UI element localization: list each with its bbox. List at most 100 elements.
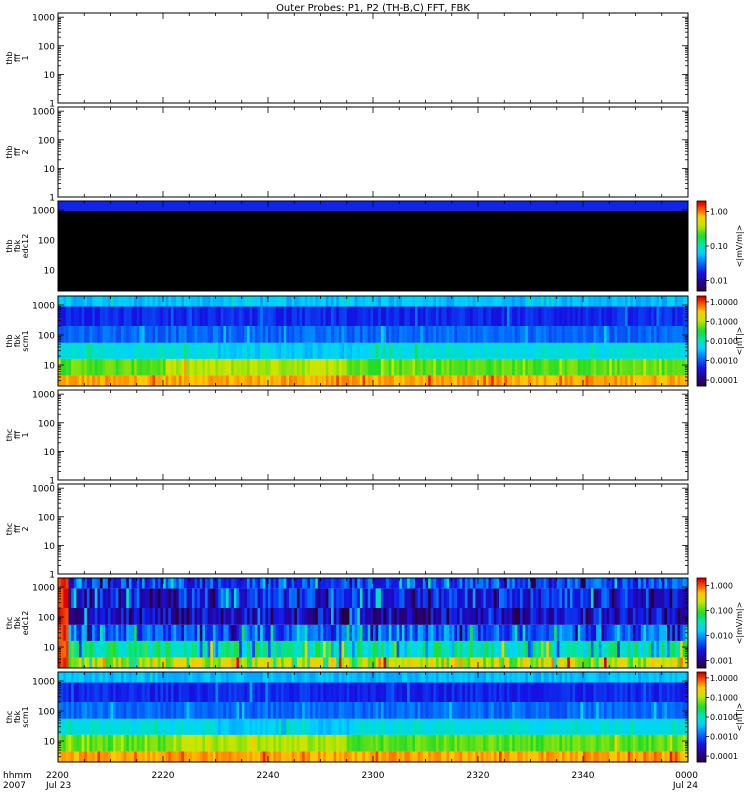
spectrogram-cell	[506, 358, 510, 376]
spectrogram-cell	[635, 608, 639, 625]
spectrogram-cell	[134, 718, 138, 735]
spectrogram-cell	[407, 306, 411, 326]
spectrogram-cell	[677, 751, 681, 762]
spectrogram-cell	[438, 588, 442, 608]
spectrogram-cell	[667, 734, 671, 752]
panel-frame	[57, 483, 689, 575]
spectrogram-cell	[415, 306, 419, 326]
spectrogram-cell	[323, 734, 327, 752]
spectrogram-cell	[202, 734, 206, 752]
spectrogram-cell	[399, 608, 403, 625]
spectrogram-cell	[428, 682, 432, 702]
spectrogram-cell	[635, 657, 639, 668]
y-axis-label: 1	[21, 55, 30, 60]
spectrogram-cell	[265, 702, 269, 719]
spectrogram-cell	[436, 358, 440, 376]
spectrogram-cell	[115, 326, 119, 343]
spectrogram-cell	[672, 640, 676, 658]
spectrogram-cell	[278, 657, 282, 668]
spectrogram-cell	[517, 718, 521, 735]
spectrogram-cell	[496, 588, 500, 608]
spectrogram-cell	[562, 578, 566, 589]
spectrogram-cell	[551, 342, 555, 359]
spectrogram-cell	[215, 682, 219, 702]
spectrogram-cell	[572, 608, 576, 625]
spectrogram-cell	[281, 657, 285, 668]
spectrogram-cell	[454, 702, 458, 719]
spectrogram-cell	[365, 296, 369, 307]
spectrogram-cell	[604, 358, 608, 376]
spectrogram-cell	[149, 375, 153, 386]
spectrogram-cell	[391, 682, 395, 702]
spectrogram-cell	[525, 358, 529, 376]
spectrogram-cell	[512, 734, 516, 752]
spectrogram-cell	[388, 718, 392, 735]
spectrogram-cell	[590, 326, 594, 343]
panel-frame	[57, 389, 689, 481]
spectrogram-cell	[278, 578, 282, 589]
spectrogram-cell	[491, 734, 495, 752]
spectrogram-cell	[307, 588, 311, 608]
spectrogram-cell	[556, 358, 560, 376]
spectrogram-cell	[541, 657, 545, 668]
spectrogram-cell	[115, 588, 119, 608]
spectrogram-cell	[333, 718, 337, 735]
spectrogram-cell	[142, 751, 146, 762]
spectrogram-cell	[462, 296, 466, 307]
spectrogram-cell	[223, 734, 227, 752]
spectrogram-cell	[648, 588, 652, 608]
spectrogram-cell	[585, 296, 589, 307]
spectrogram-cell	[341, 375, 345, 386]
spectrogram-cell	[446, 702, 450, 719]
spectrogram-cell	[189, 640, 193, 658]
spectrogram-cell	[121, 358, 125, 376]
spectrogram-cell	[493, 306, 497, 326]
spectrogram-cell	[493, 326, 497, 343]
spectrogram-cell	[144, 751, 148, 762]
spectrogram-cell	[100, 682, 104, 702]
spectrogram-cell	[346, 306, 350, 326]
spectrogram-cell	[302, 657, 306, 668]
spectrogram-cell	[541, 734, 545, 752]
spectrogram-cell	[65, 734, 69, 752]
spectrogram-cell	[76, 296, 80, 307]
spectrogram-cell	[548, 306, 552, 326]
spectrogram-cell	[73, 734, 77, 752]
spectrogram-cell	[307, 640, 311, 658]
spectrogram-cell	[674, 608, 678, 625]
spectrogram-cell	[118, 306, 122, 326]
spectrogram-cell	[409, 296, 413, 307]
spectrogram-cell	[506, 296, 510, 307]
spectrogram-cell	[441, 608, 445, 625]
spectrogram-cell	[580, 608, 584, 625]
spectrogram-cell	[186, 640, 190, 658]
spectrogram-cell	[71, 624, 75, 641]
spectrogram-cell	[604, 342, 608, 359]
spectrogram-cell	[646, 608, 650, 625]
spectrogram-cell	[559, 578, 563, 589]
spectrogram-cell	[194, 640, 198, 658]
spectrogram-cell	[401, 718, 405, 735]
spectrogram-cell	[65, 306, 69, 326]
spectrogram-cell	[223, 718, 227, 735]
spectrogram-cell	[590, 657, 594, 668]
spectrogram-cell	[294, 296, 298, 307]
spectrogram-cell	[480, 640, 484, 658]
spectrogram-cell	[241, 342, 245, 359]
spectrogram-cell	[123, 624, 127, 641]
spectrogram-cell	[252, 296, 256, 307]
spectrogram-cell	[446, 682, 450, 702]
spectrogram-cell	[184, 306, 188, 326]
spectrogram-cell	[451, 588, 455, 608]
spectrogram-cell	[593, 326, 597, 343]
spectrogram-cell	[522, 624, 526, 641]
spectrogram-cell	[265, 588, 269, 608]
spectrogram-cell	[218, 657, 222, 668]
spectrogram-cell	[312, 624, 316, 641]
spectrogram-cell	[425, 640, 429, 658]
spectrogram-cell	[262, 734, 266, 752]
spectrogram-cell	[218, 588, 222, 608]
spectrogram-cell	[567, 751, 571, 762]
spectrogram-cell	[480, 657, 484, 668]
spectrogram-cell	[354, 734, 358, 752]
